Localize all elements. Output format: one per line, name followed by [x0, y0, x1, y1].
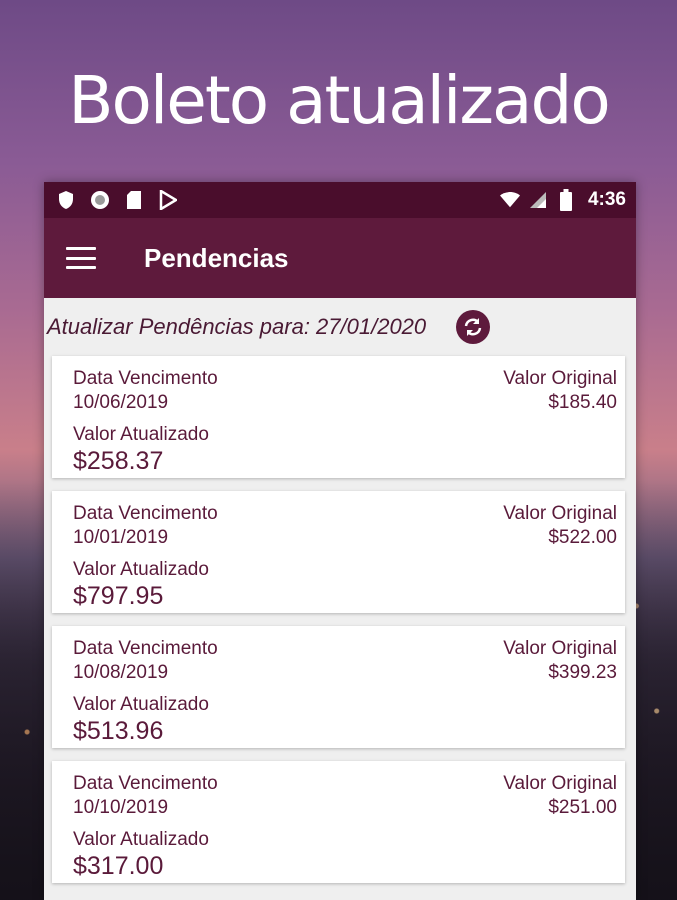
updated-value-label: Valor Atualizado [73, 694, 209, 715]
updated-value: $513.96 [73, 717, 164, 745]
circle-icon [90, 190, 110, 210]
due-date-value: 10/08/2019 [73, 662, 169, 683]
updated-value: $797.95 [73, 582, 164, 610]
original-value: $185.40 [548, 392, 617, 413]
list-item[interactable]: Data Vencimento 10/10/2019 Valor Atualiz… [52, 761, 625, 883]
wifi-icon [499, 190, 520, 210]
updated-value-label: Valor Atualizado [73, 559, 209, 580]
list-item[interactable]: Data Vencimento 10/06/2019 Valor Atualiz… [52, 356, 625, 478]
update-label: Atualizar Pendências para: 27/01/2020 [47, 314, 427, 339]
play-store-icon [158, 190, 178, 210]
updated-value-label: Valor Atualizado [73, 424, 209, 445]
list-item[interactable]: Data Vencimento 10/08/2019 Valor Atualiz… [52, 626, 625, 748]
original-value-label: Valor Original [503, 773, 617, 794]
battery-icon [556, 189, 576, 211]
updated-value: $258.37 [73, 447, 164, 475]
original-value-label: Valor Original [503, 368, 617, 389]
update-row: Atualizar Pendências para: 27/01/2020 [44, 298, 636, 356]
page-title: Pendencias [144, 242, 289, 273]
due-date-value: 10/06/2019 [73, 392, 169, 413]
status-bar: 4:36 [44, 182, 636, 218]
app-bar: Pendencias [44, 218, 636, 298]
updated-value: $317.00 [73, 852, 164, 880]
due-date-label: Data Vencimento [73, 503, 218, 524]
phone-screen: 4:36 Pendencias Atualizar Pendências par… [44, 182, 636, 900]
status-left-icons [56, 190, 178, 210]
status-clock: 4:36 [587, 189, 626, 210]
due-date-label: Data Vencimento [73, 368, 218, 389]
refresh-icon[interactable] [456, 310, 491, 344]
original-value: $251.00 [548, 797, 617, 818]
signal-icon [528, 190, 548, 210]
due-date-label: Data Vencimento [73, 773, 218, 794]
status-right-icons: 4:36 [499, 189, 626, 211]
original-value: $399.23 [548, 662, 617, 683]
due-date-value: 10/10/2019 [73, 797, 169, 818]
shield-icon [56, 190, 76, 210]
promo-headline: Boleto atualizado [68, 62, 610, 139]
original-value-label: Valor Original [503, 503, 617, 524]
list-item[interactable]: Data Vencimento 10/01/2019 Valor Atualiz… [52, 491, 625, 613]
sd-card-icon [124, 190, 144, 210]
original-value-label: Valor Original [503, 638, 617, 659]
due-date-value: 10/01/2019 [73, 527, 169, 548]
updated-value-label: Valor Atualizado [73, 829, 209, 850]
due-date-label: Data Vencimento [73, 638, 218, 659]
original-value: $522.00 [548, 527, 617, 548]
pending-list: Data Vencimento 10/06/2019 Valor Atualiz… [44, 356, 636, 883]
hamburger-menu-icon[interactable] [66, 247, 96, 269]
